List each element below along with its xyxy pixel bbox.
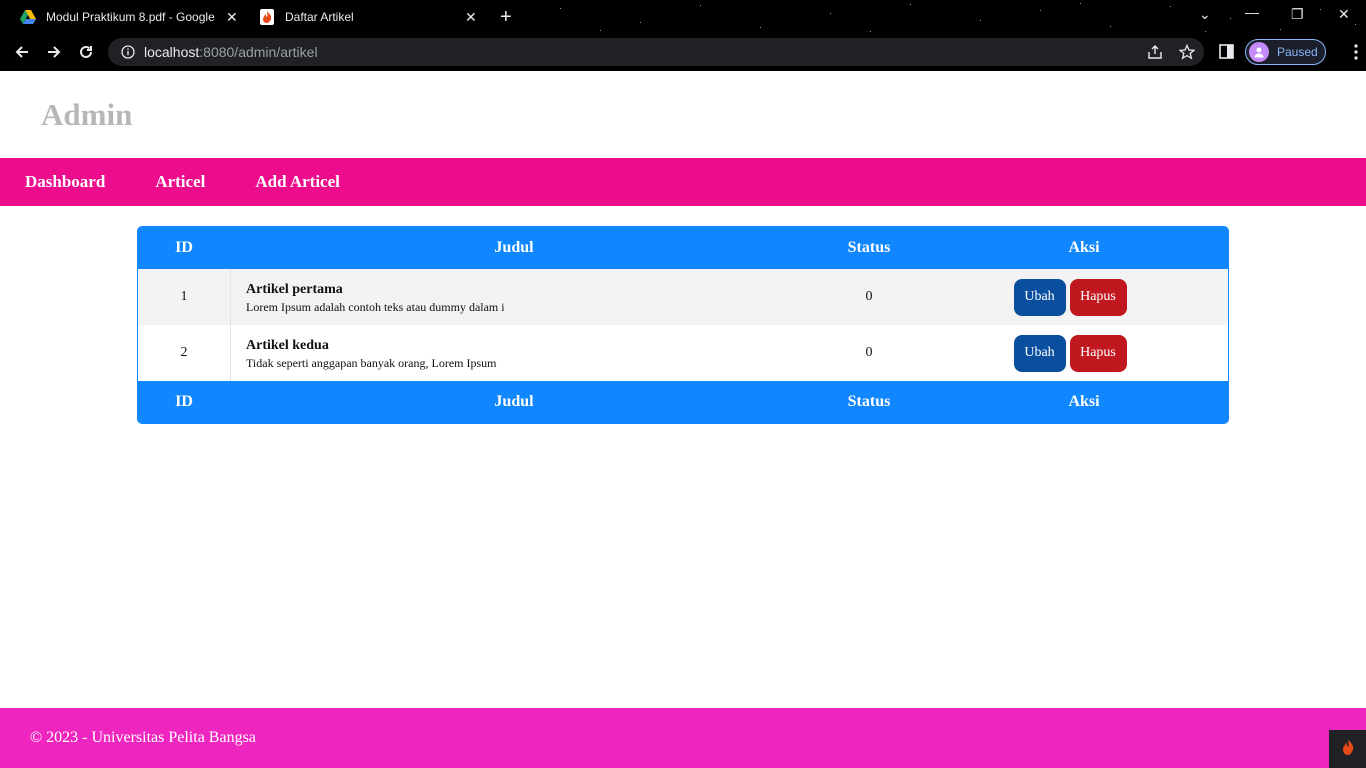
- close-tab-icon[interactable]: ✕: [226, 9, 238, 26]
- nav-add-articel[interactable]: Add Articel: [230, 158, 365, 206]
- browser-chrome: Modul Praktikum 8.pdf - Google ✕ Daftar …: [0, 0, 1366, 71]
- row-actions: Ubah Hapus: [940, 269, 1228, 325]
- codeigniter-flame-icon: [1340, 738, 1356, 761]
- url-path: :8080/admin/artikel: [199, 44, 318, 60]
- profile-button[interactable]: Paused: [1245, 39, 1326, 65]
- column-header-status: Status: [847, 239, 891, 256]
- article-title: Artikel kedua: [246, 338, 329, 353]
- edit-button[interactable]: Ubah: [1013, 278, 1066, 316]
- google-drive-icon: [20, 9, 36, 25]
- column-footer-aksi: Aksi: [1068, 393, 1100, 410]
- tab-title: Daftar Artikel: [285, 10, 354, 24]
- column-footer-status: Status: [847, 393, 891, 410]
- article-excerpt: Tidak seperti anggapan banyak orang, Lor…: [246, 356, 497, 370]
- page-footer: © 2023 - Universitas Pelita Bangsa: [0, 708, 1366, 768]
- page-title: Admin: [41, 97, 133, 132]
- row-id: 2: [180, 345, 188, 360]
- column-footer-judul: Judul: [494, 393, 534, 410]
- delete-button[interactable]: Hapus: [1069, 334, 1127, 372]
- article-table: ID Judul Status Aksi 1 Artikel pertama L…: [137, 226, 1229, 424]
- row-actions: Ubah Hapus: [940, 325, 1228, 381]
- chevron-down-icon[interactable]: ⌄: [1199, 6, 1211, 23]
- tab-modul-praktikum[interactable]: Modul Praktikum 8.pdf - Google ✕: [20, 0, 245, 34]
- bookmark-star-icon[interactable]: [1178, 43, 1196, 61]
- row-status: 0: [865, 289, 873, 304]
- window-close-icon[interactable]: ✕: [1338, 6, 1350, 23]
- close-tab-icon[interactable]: ✕: [465, 9, 477, 26]
- main-navigation: Dashboard Articel Add Articel: [0, 158, 1366, 206]
- site-info-icon[interactable]: [120, 44, 136, 60]
- menu-kebab-icon[interactable]: [1350, 42, 1362, 62]
- copyright-text: © 2023 - Universitas Pelita Bangsa: [30, 729, 256, 746]
- column-header-judul: Judul: [494, 239, 534, 256]
- article-excerpt: Lorem Ipsum adalah contoh teks atau dumm…: [246, 300, 505, 314]
- table-footer: ID Judul Status Aksi: [138, 381, 1228, 423]
- article-title: Artikel pertama: [246, 282, 343, 297]
- codeigniter-flame-icon: [259, 9, 275, 25]
- reload-icon[interactable]: [75, 41, 97, 63]
- restore-icon[interactable]: ❐: [1291, 6, 1304, 23]
- profile-status: Paused: [1277, 45, 1318, 59]
- table-row: 1 Artikel pertama Lorem Ipsum adalah con…: [138, 269, 1228, 325]
- table-header: ID Judul Status Aksi: [138, 227, 1228, 269]
- row-id: 1: [180, 289, 188, 304]
- side-panel-icon[interactable]: [1218, 43, 1235, 60]
- row-status: 0: [865, 345, 873, 360]
- column-footer-id: ID: [175, 393, 193, 410]
- new-tab-icon[interactable]: +: [500, 6, 512, 29]
- minimize-icon[interactable]: —: [1245, 4, 1259, 20]
- address-bar[interactable]: localhost:8080/admin/artikel: [108, 38, 1204, 66]
- avatar: [1249, 42, 1269, 62]
- edit-button[interactable]: Ubah: [1013, 334, 1066, 372]
- column-header-aksi: Aksi: [1068, 239, 1100, 256]
- row-judul: Artikel pertama Lorem Ipsum adalah conto…: [230, 269, 798, 325]
- url-host: localhost: [144, 44, 200, 60]
- nav-articel[interactable]: Articel: [130, 158, 230, 206]
- tab-title: Modul Praktikum 8.pdf - Google: [46, 10, 215, 24]
- tab-daftar-artikel[interactable]: Daftar Artikel ✕: [259, 0, 484, 34]
- table-row: 2 Artikel kedua Tidak seperti anggapan b…: [138, 325, 1228, 381]
- nav-dashboard[interactable]: Dashboard: [0, 158, 130, 206]
- row-judul: Artikel kedua Tidak seperti anggapan ban…: [230, 325, 798, 381]
- column-header-id: ID: [175, 239, 193, 256]
- share-icon[interactable]: [1146, 43, 1164, 61]
- delete-button[interactable]: Hapus: [1069, 278, 1127, 316]
- forward-icon[interactable]: [43, 41, 65, 63]
- debug-toolbar-toggle[interactable]: [1329, 730, 1366, 768]
- back-icon[interactable]: [11, 41, 33, 63]
